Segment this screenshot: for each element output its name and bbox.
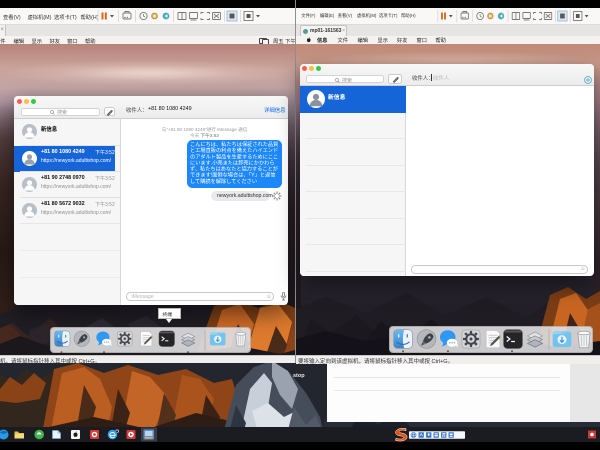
svg-text:中: 中 xyxy=(411,432,416,439)
